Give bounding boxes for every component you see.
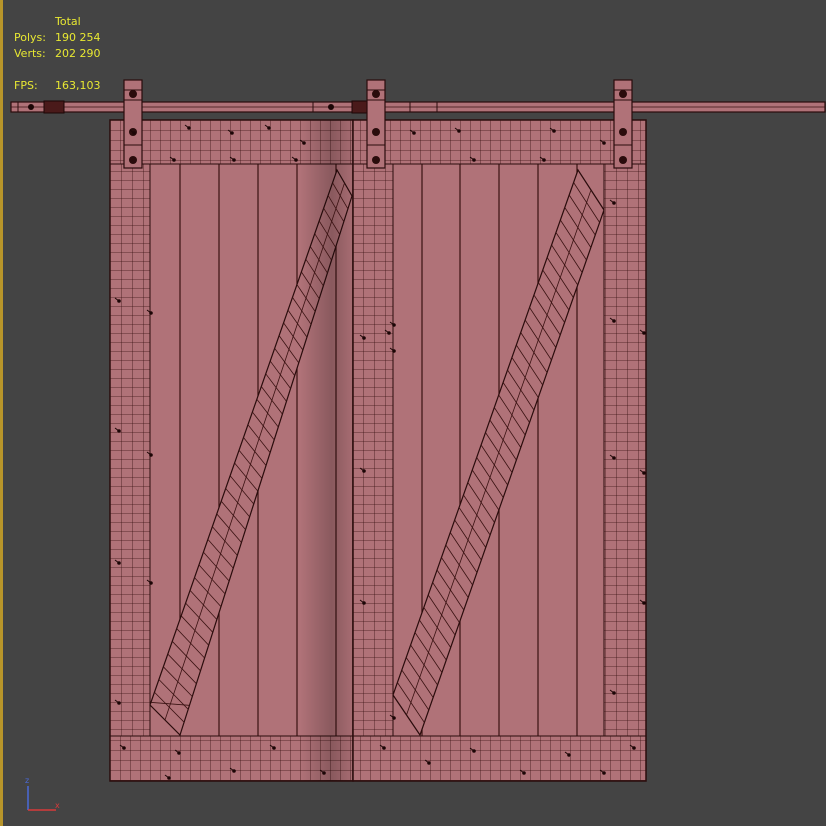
polys-value: 190 254 (55, 31, 101, 44)
hanger-1[interactable] (123, 79, 143, 169)
z-axis-label: z (25, 776, 29, 785)
right-door-left-stile (352, 163, 394, 737)
fps-label: FPS: (14, 79, 38, 92)
x-axis-label: x (55, 801, 60, 810)
polys-label: Polys: (14, 31, 46, 44)
3d-viewport[interactable]: Total Polys: 190 254 Verts: 202 290 FPS:… (0, 0, 826, 826)
rail-stopper-left (43, 100, 65, 114)
left-door-left-stile (109, 163, 151, 737)
wireframe-scene[interactable] (0, 0, 826, 826)
axis-gizmo-icon: z x (25, 776, 60, 811)
left-door[interactable] (109, 119, 380, 782)
stats-header: Total (55, 15, 81, 28)
right-door-bottom-rail (352, 735, 647, 782)
right-door-right-stile (603, 163, 647, 737)
hanger-3[interactable] (613, 79, 633, 169)
left-door-seam-shadow (300, 120, 353, 781)
hanger-2[interactable] (366, 79, 386, 169)
fps-value: 163,103 (55, 79, 101, 92)
verts-value: 202 290 (55, 47, 101, 60)
verts-label: Verts: (14, 47, 46, 60)
